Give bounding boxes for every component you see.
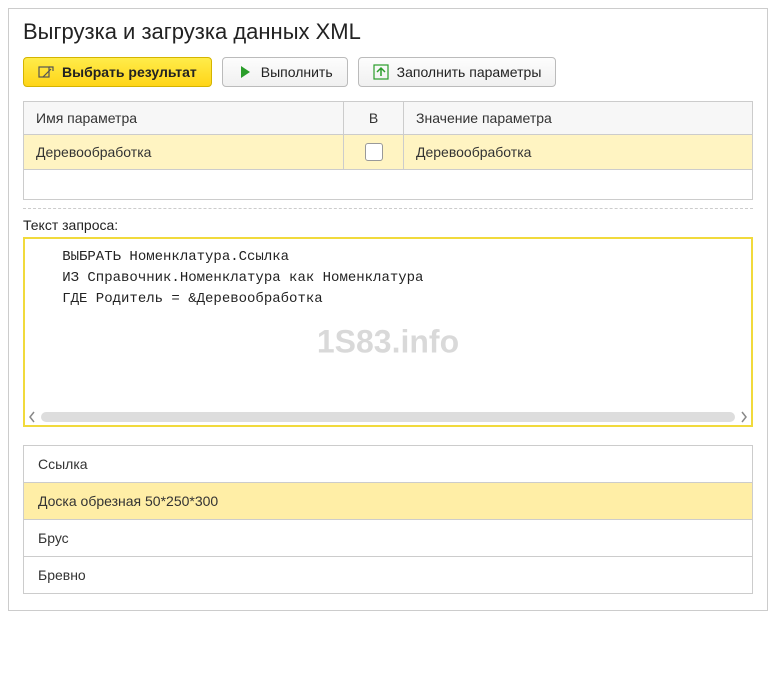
select-result-label: Выбрать результат xyxy=(62,64,197,80)
select-result-button[interactable]: Выбрать результат xyxy=(23,57,212,87)
query-box: ВЫБРАТЬ Номенклатура.Ссылка ИЗ Справочни… xyxy=(23,237,753,427)
params-table: Имя параметра В Значение параметра Дерев… xyxy=(23,101,753,200)
params-header-row: Имя параметра В Значение параметра xyxy=(24,102,753,135)
results-header: Ссылка xyxy=(24,446,752,483)
execute-button[interactable]: Выполнить xyxy=(222,57,348,87)
query-label: Текст запроса: xyxy=(23,217,753,233)
checkbox[interactable] xyxy=(365,143,383,161)
results-row[interactable]: Доска обрезная 50*250*300 xyxy=(24,483,752,520)
toolbar: Выбрать результат Выполнить Заполнить па… xyxy=(23,57,753,87)
param-checkbox-cell[interactable] xyxy=(344,135,404,170)
section-divider xyxy=(23,208,753,209)
select-result-icon xyxy=(38,64,54,80)
results-table: Ссылка Доска обрезная 50*250*300БрусБрев… xyxy=(23,445,753,594)
params-spacer xyxy=(24,170,753,200)
scroll-left-arrow[interactable] xyxy=(27,411,37,423)
params-row[interactable]: Деревообработка Деревообработка xyxy=(24,135,753,170)
param-name-cell[interactable]: Деревообработка xyxy=(24,135,344,170)
params-header-value: Значение параметра xyxy=(404,102,753,135)
execute-label: Выполнить xyxy=(261,64,333,80)
page-title: Выгрузка и загрузка данных XML xyxy=(23,19,753,45)
results-row[interactable]: Бревно xyxy=(24,557,752,593)
fill-params-label: Заполнить параметры xyxy=(397,64,542,80)
scroll-track[interactable] xyxy=(41,412,735,422)
params-header-b: В xyxy=(344,102,404,135)
scroll-right-arrow[interactable] xyxy=(739,411,749,423)
query-textarea[interactable]: ВЫБРАТЬ Номенклатура.Ссылка ИЗ Справочни… xyxy=(25,239,751,409)
main-window: Выгрузка и загрузка данных XML Выбрать р… xyxy=(8,8,768,611)
param-value-cell[interactable]: Деревообработка xyxy=(404,135,753,170)
horizontal-scrollbar[interactable] xyxy=(25,409,751,425)
results-row[interactable]: Брус xyxy=(24,520,752,557)
params-header-name: Имя параметра xyxy=(24,102,344,135)
fill-params-button[interactable]: Заполнить параметры xyxy=(358,57,557,87)
play-icon xyxy=(237,64,253,80)
fill-params-icon xyxy=(373,64,389,80)
